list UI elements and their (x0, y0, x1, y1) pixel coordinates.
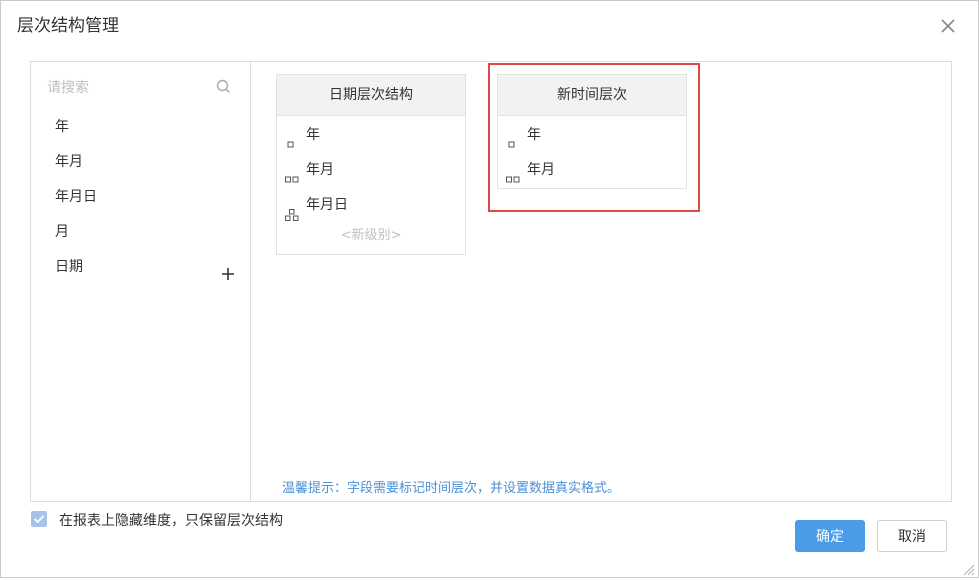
field-label: 年月日 (55, 189, 97, 205)
hide-dimension-label: 在报表上隐藏维度，只保留层次结构 (59, 513, 283, 529)
cancel-button[interactable]: 取消 (877, 520, 947, 552)
field-panel: 年 年月 年月日 月 日期 (31, 62, 251, 501)
hint-text: 温馨提示：字段需要标记时间层次，并设置数据真实格式。 (282, 481, 621, 496)
level-1-icon (285, 130, 297, 148)
hide-dimension-checkbox[interactable] (31, 511, 47, 527)
hierarchy-level[interactable]: 年 (277, 118, 465, 153)
hierarchy-management-dialog: 层次结构管理 年 年月 (0, 0, 979, 578)
field-item-year-month[interactable]: 年月 (31, 145, 250, 180)
close-icon[interactable] (937, 15, 959, 37)
search-input[interactable] (47, 76, 207, 100)
highlight-box (488, 63, 700, 212)
field-item-month[interactable]: 月 (31, 215, 250, 250)
hierarchy-level[interactable]: 年月 (277, 153, 465, 188)
level-2-icon (285, 165, 299, 183)
level-3-icon (285, 200, 299, 221)
check-icon (33, 515, 45, 524)
level-label: 年月 (306, 162, 334, 178)
new-level-button[interactable]: <新级别> (277, 223, 465, 253)
resize-grip-icon[interactable] (961, 561, 975, 576)
hierarchy-title[interactable]: 日期层次结构 (277, 75, 465, 116)
hierarchy-card-date: 日期层次结构 年 年月 年月日 <新级别> (276, 74, 466, 255)
field-item-year[interactable]: 年 (31, 110, 250, 145)
dialog-title: 层次结构管理 (17, 16, 119, 36)
level-label: 年 (306, 127, 320, 143)
ok-button[interactable]: 确定 (795, 520, 865, 552)
field-label: 年月 (55, 154, 83, 170)
search-box (47, 76, 237, 100)
field-label: 年 (55, 119, 69, 135)
search-icon[interactable] (215, 78, 233, 96)
hierarchy-level[interactable]: 年月日 (277, 188, 465, 223)
field-list: 年 年月 年月日 月 日期 (31, 110, 250, 285)
plus-icon[interactable] (221, 260, 235, 280)
field-label: 日期 (55, 259, 83, 275)
field-item-year-month-day[interactable]: 年月日 (31, 180, 250, 215)
level-label: 年月日 (306, 197, 348, 213)
field-item-date[interactable]: 日期 (31, 250, 250, 285)
field-label: 月 (55, 224, 69, 240)
